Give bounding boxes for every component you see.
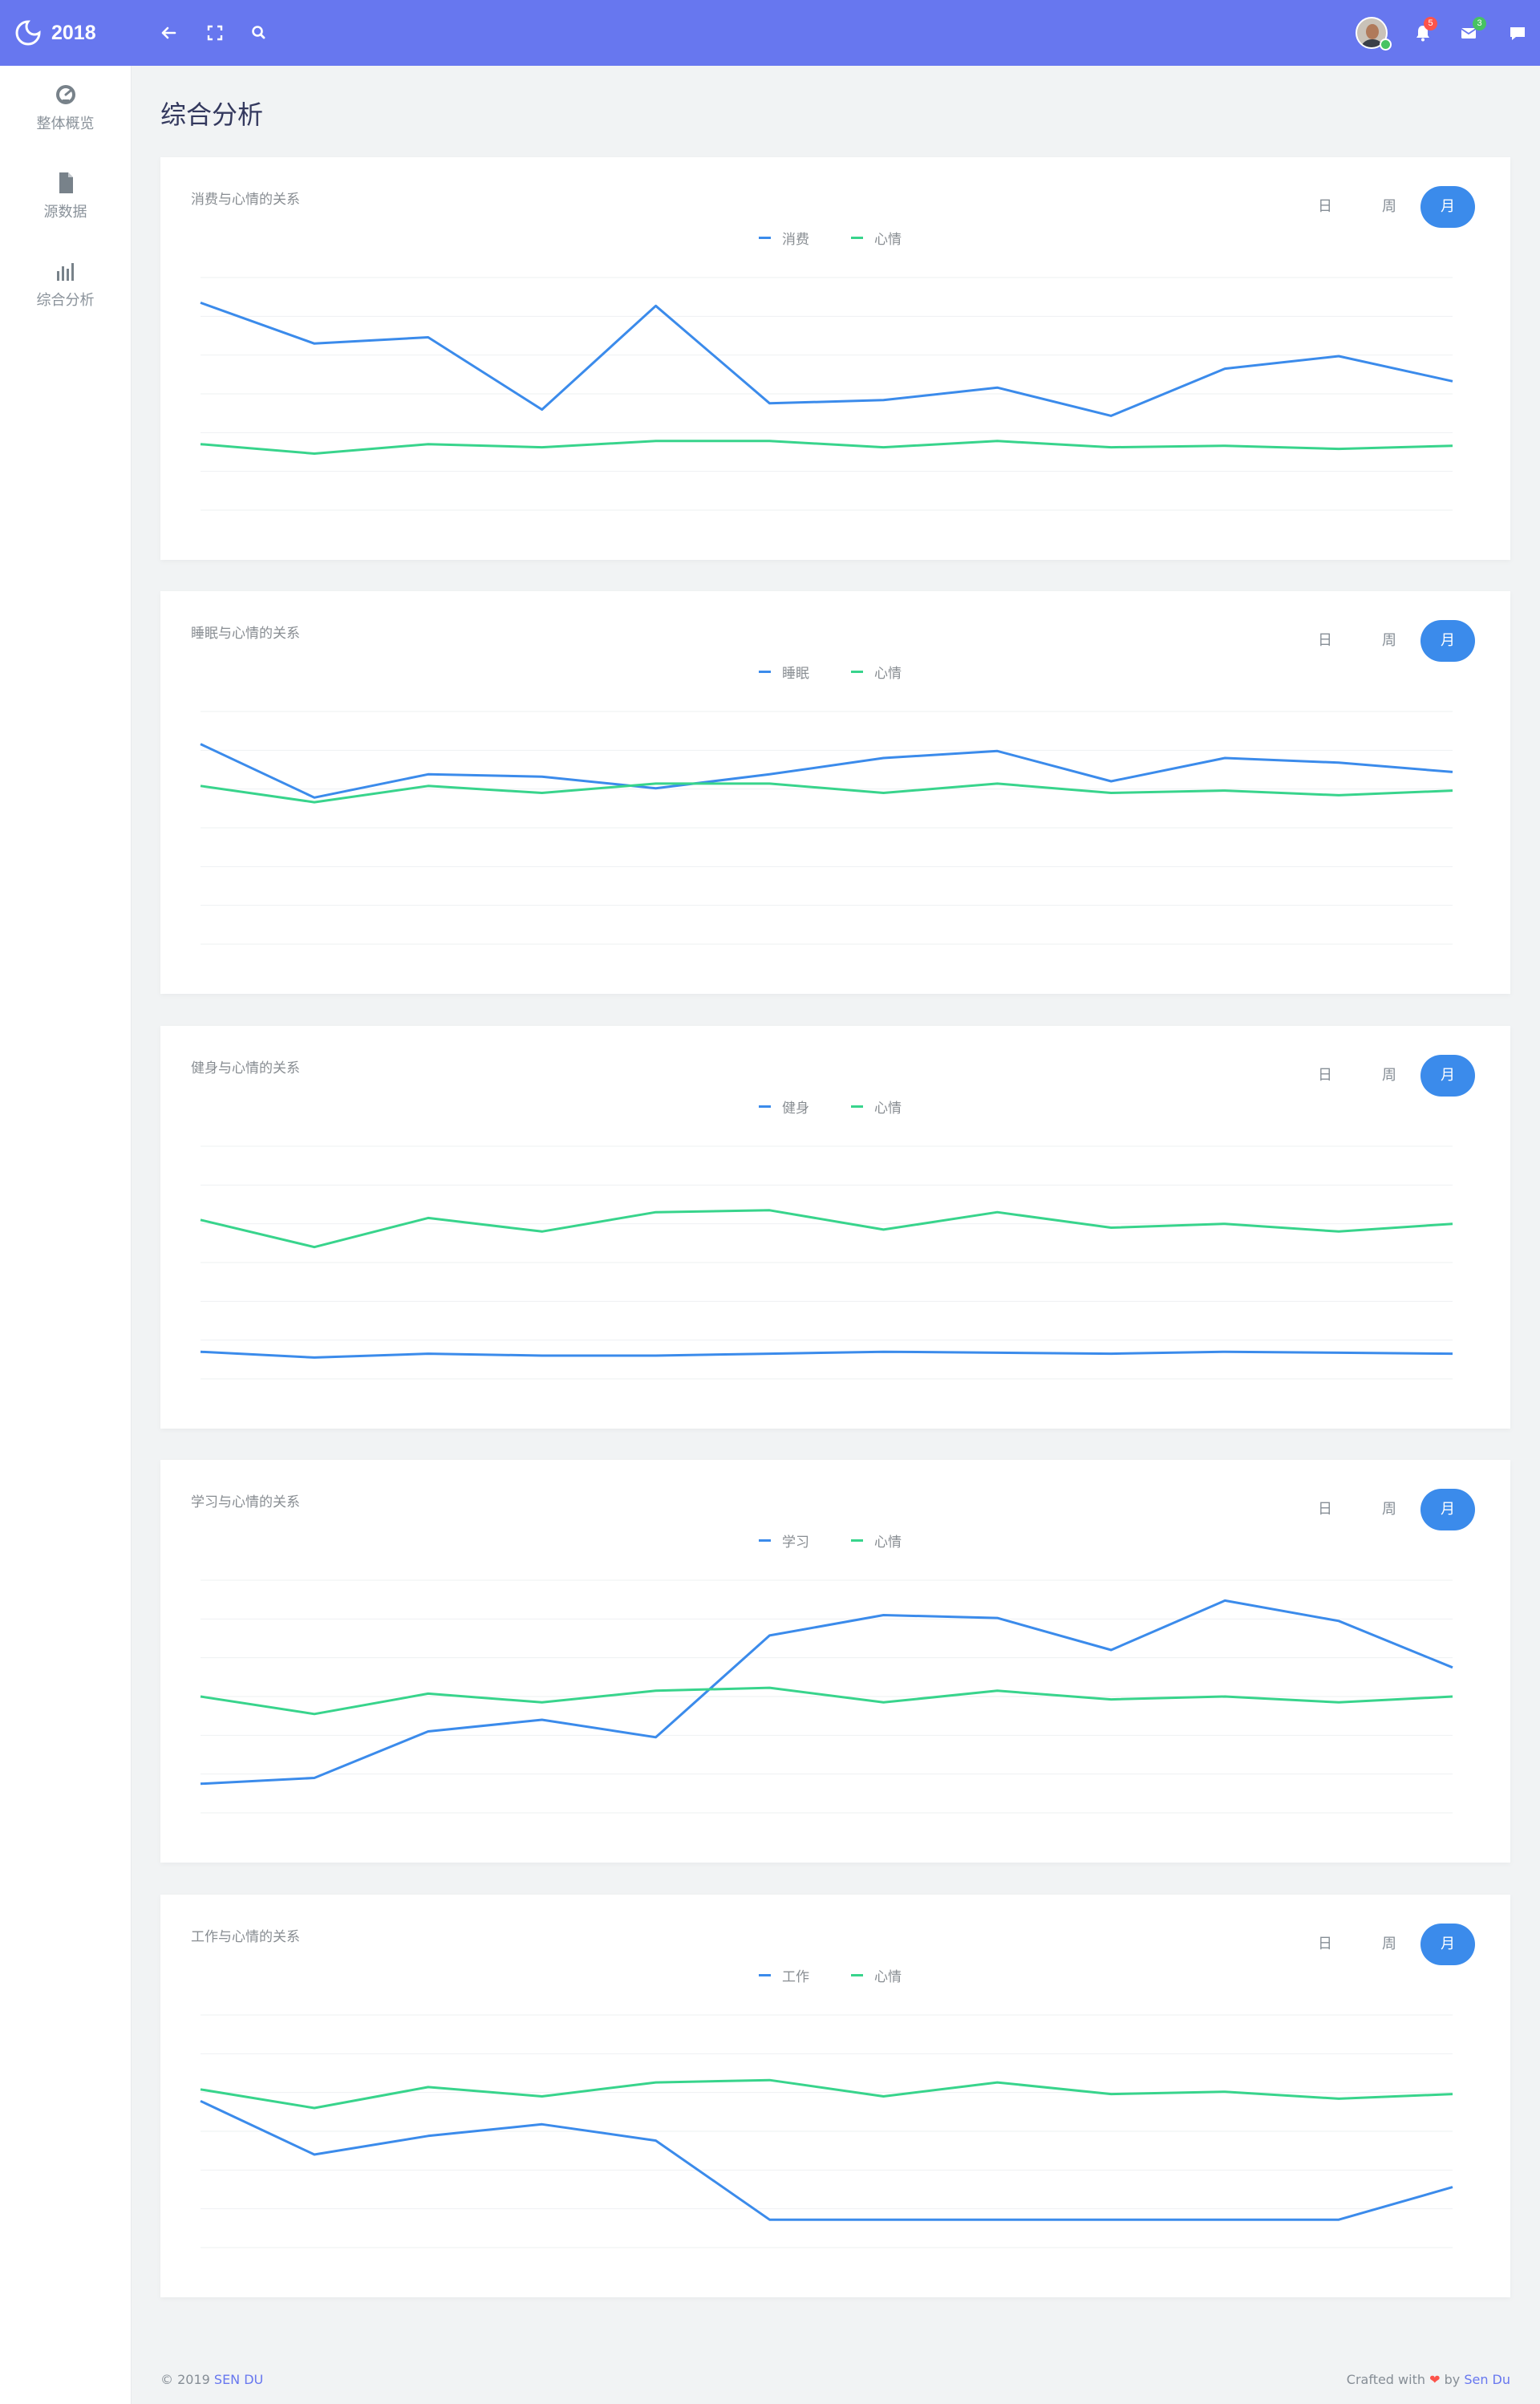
top-navbar: 2018 5 3 — [0, 0, 1540, 66]
brand-logo-icon — [15, 20, 41, 46]
dashboard-icon — [53, 82, 79, 107]
line-chart — [200, 2014, 1453, 2248]
sidebar-item-analysis[interactable]: 综合分析 — [0, 258, 131, 310]
series-line-mood[interactable] — [200, 1209, 1453, 1249]
series-line-primary[interactable] — [200, 2099, 1453, 2221]
line-chart — [200, 711, 1453, 945]
chart-card-work: 工作与心情的关系 日 周 月 工作 心情 — [160, 1895, 1510, 2297]
sidebar-item-source-data[interactable]: 源数据 — [0, 170, 131, 221]
chat-icon[interactable] — [1506, 22, 1529, 44]
sidebar-item-label: 综合分析 — [36, 292, 95, 309]
footer-author-link[interactable]: SEN DU — [214, 2372, 263, 2387]
messages-badge: 3 — [1473, 17, 1486, 30]
line-chart — [200, 277, 1453, 511]
series-line-mood[interactable] — [200, 1686, 1453, 1716]
heart-icon: ❤ — [1429, 2372, 1441, 2387]
online-status-dot — [1380, 39, 1392, 51]
sidebar-item-label: 源数据 — [43, 204, 87, 221]
series-line-mood[interactable] — [200, 2078, 1453, 2110]
series-line-mood[interactable] — [200, 782, 1453, 804]
series-line-primary[interactable] — [200, 743, 1453, 799]
footer-credits: Crafted with ❤ by Sen Du — [1346, 2372, 1510, 2387]
series-line-primary[interactable] — [200, 1599, 1453, 1786]
footer-copyright: © 2019 SEN DU — [160, 2372, 264, 2387]
file-icon — [53, 170, 79, 196]
footer-signature-link[interactable]: Sen Du — [1464, 2372, 1510, 2387]
chart-card-study: 学习与心情的关系 日 周 月 学习 心情 — [160, 1460, 1510, 1863]
sidebar: 整体概览 源数据 综合分析 — [0, 66, 131, 2404]
series-line-mood[interactable] — [200, 440, 1453, 455]
notifications-badge: 5 — [1424, 17, 1437, 30]
series-line-primary[interactable] — [200, 1350, 1453, 1359]
line-chart — [200, 1145, 1453, 1380]
back-arrow-icon[interactable] — [157, 22, 180, 44]
fullscreen-icon[interactable] — [204, 22, 226, 44]
search-icon[interactable] — [248, 22, 270, 44]
chart-card-fitness: 健身与心情的关系 日 周 月 健身 心情 — [160, 1026, 1510, 1429]
series-line-primary[interactable] — [200, 301, 1453, 417]
brand[interactable]: 2018 — [14, 16, 96, 50]
line-chart — [200, 1579, 1453, 1814]
brand-name: 2018 — [51, 21, 96, 44]
footer: © 2019 SEN DU Crafted with ❤ by Sen Du — [131, 2358, 1540, 2404]
page-title: 综合分析 — [160, 99, 264, 130]
chart-card-sleep: 睡眠与心情的关系 日 周 月 睡眠 心情 — [160, 591, 1510, 994]
bar-chart-icon — [53, 258, 79, 284]
sidebar-item-overview[interactable]: 整体概览 — [0, 82, 131, 133]
sidebar-item-label: 整体概览 — [36, 116, 95, 132]
chart-card-consumption: 消费与心情的关系 日 周 月 消费 心情 — [160, 157, 1510, 560]
